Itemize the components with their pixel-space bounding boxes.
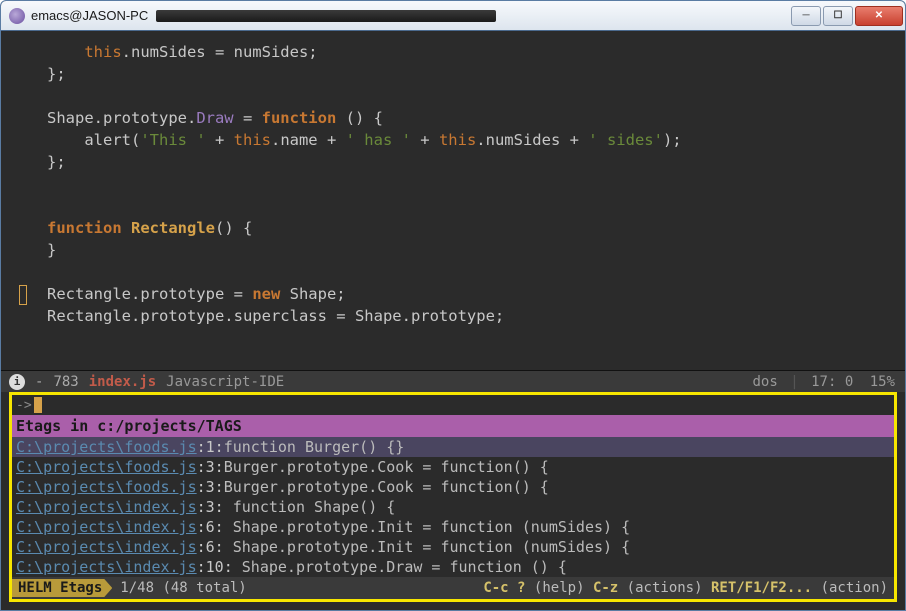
helm-candidate[interactable]: C:\projects\index.js:6: Shape.prototype.… [12, 517, 894, 537]
helm-candidate[interactable]: C:\projects\index.js:10: Shape.prototype… [12, 557, 894, 577]
helm-modeline: HELM Etags 1/48 (48 total) C-c ? (help) … [12, 577, 894, 599]
helm-candidate[interactable]: C:\projects\index.js:3: function Shape()… [12, 497, 894, 517]
minimize-button[interactable]: ─ [791, 6, 821, 26]
cursor-position: 17: 0 [811, 374, 853, 390]
modified-flag: - [35, 374, 43, 390]
helm-source-header: Etags in c:/projects/TAGS [12, 415, 894, 437]
help-key: C-c ? [483, 580, 525, 596]
minibuffer-prompt[interactable]: -> [12, 395, 894, 415]
helm-source-name: HELM Etags [12, 579, 112, 597]
prompt-cursor [34, 397, 42, 413]
titlebar[interactable]: emacs@JASON-PC ─ ☐ ✕ [1, 1, 905, 31]
encoding: dos [753, 374, 778, 390]
helm-candidate[interactable]: C:\projects\index.js:6: Shape.prototype.… [12, 537, 894, 557]
modeline-left: - 783 index.js Javascript-IDE [35, 374, 284, 390]
editor-area[interactable]: this.numSides = numSides; }; Shape.proto… [1, 31, 905, 370]
window-controls: ─ ☐ ✕ [789, 6, 903, 26]
title-spacer [156, 10, 496, 22]
helm-count: 1/48 (48 total) [120, 580, 246, 596]
helm-candidate[interactable]: C:\projects\foods.js:3:Burger.prototype.… [12, 477, 894, 497]
modeline[interactable]: i - 783 index.js Javascript-IDE dos | 17… [1, 370, 905, 392]
window-title: emacs@JASON-PC [31, 8, 148, 23]
prompt-arrow-icon: -> [16, 398, 32, 413]
emacs-icon [9, 8, 25, 24]
helm-candidate[interactable]: C:\projects\foods.js:1:function Burger()… [12, 437, 894, 457]
help-label: (help) [534, 580, 585, 596]
actions-label: (actions) [627, 580, 703, 596]
info-icon[interactable]: i [9, 374, 25, 390]
scroll-percent: 15% [870, 374, 895, 390]
code-block[interactable]: this.numSides = numSides; }; Shape.proto… [1, 41, 905, 327]
emacs-window: emacs@JASON-PC ─ ☐ ✕ this.numSides = num… [0, 0, 906, 611]
major-mode[interactable]: Javascript-IDE [166, 374, 284, 390]
ret-key: RET/F1/F2... [711, 580, 812, 596]
close-button[interactable]: ✕ [855, 6, 903, 26]
helm-candidate[interactable]: C:\projects\foods.js:3:Burger.prototype.… [12, 457, 894, 477]
modeline-right: dos | 17: 0 15% [753, 374, 906, 390]
helm-keys: C-c ? (help) C-z (actions) RET/F1/F2... … [483, 580, 894, 596]
fringe-marker [19, 285, 27, 305]
buffer-name[interactable]: index.js [89, 374, 156, 390]
ret-label: (action) [821, 580, 888, 596]
helm-candidates[interactable]: C:\projects\foods.js:1:function Burger()… [12, 437, 894, 577]
helm-region: -> Etags in c:/projects/TAGS C:\projects… [9, 392, 897, 602]
maximize-button[interactable]: ☐ [823, 6, 853, 26]
actions-key: C-z [593, 580, 618, 596]
line-number: 783 [53, 374, 78, 390]
